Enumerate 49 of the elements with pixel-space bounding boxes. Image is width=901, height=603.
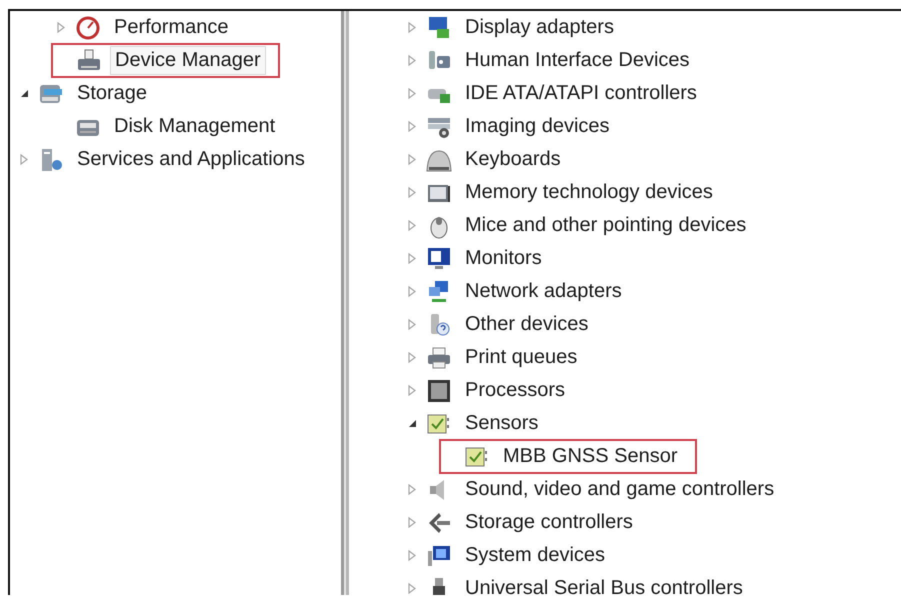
expand-arrow-icon[interactable] bbox=[408, 583, 416, 594]
expand-arrow-icon[interactable] bbox=[408, 253, 416, 264]
expand-arrow-icon[interactable] bbox=[408, 121, 416, 132]
tree-item[interactable]: Imaging devices bbox=[460, 112, 615, 141]
printer-icon bbox=[426, 344, 452, 370]
collapse-arrow-icon[interactable] bbox=[408, 419, 417, 428]
tree-item[interactable]: Universal Serial Bus controllers bbox=[460, 574, 748, 595]
tree-item[interactable]: Sensors bbox=[460, 409, 544, 438]
expand-arrow-icon[interactable] bbox=[408, 352, 416, 363]
expand-arrow-icon[interactable] bbox=[408, 220, 416, 231]
expand-arrow-icon[interactable] bbox=[408, 550, 416, 561]
expand-arrow-icon[interactable] bbox=[20, 154, 28, 165]
tree-item[interactable]: Display adapters bbox=[460, 13, 619, 42]
expand-arrow-icon[interactable] bbox=[408, 22, 416, 33]
tree-item[interactable]: IDE ATA/ATAPI controllers bbox=[460, 79, 702, 108]
tree-item[interactable]: Memory technology devices bbox=[460, 178, 718, 207]
expand-arrow-icon[interactable] bbox=[408, 319, 416, 330]
tree-item[interactable]: Disk Management bbox=[109, 112, 280, 141]
tree-item[interactable]: Performance bbox=[109, 13, 234, 42]
expand-arrow-icon[interactable] bbox=[408, 286, 416, 297]
tree-item[interactable]: Mice and other pointing devices bbox=[460, 211, 752, 240]
tree-item[interactable]: Storage bbox=[72, 79, 152, 108]
tree-item[interactable]: Processors bbox=[460, 376, 570, 405]
gauge-icon bbox=[75, 14, 101, 40]
tree-item[interactable]: Human Interface Devices bbox=[460, 46, 695, 75]
tree-item[interactable]: Network adapters bbox=[460, 277, 627, 306]
expand-arrow-icon[interactable] bbox=[408, 154, 416, 165]
collapse-arrow-icon[interactable] bbox=[20, 89, 29, 98]
expand-arrow-icon[interactable] bbox=[408, 517, 416, 528]
chip-icon bbox=[426, 378, 452, 404]
tree-item[interactable]: MBB GNSS Sensor bbox=[498, 442, 683, 471]
tree-item[interactable]: Monitors bbox=[460, 244, 547, 273]
tree-item[interactable]: Keyboards bbox=[460, 145, 566, 174]
expand-arrow-icon[interactable] bbox=[408, 88, 416, 99]
expand-arrow-icon[interactable] bbox=[408, 385, 416, 396]
pane-splitter[interactable] bbox=[341, 11, 349, 595]
monitor-icon bbox=[426, 246, 452, 272]
tree-item[interactable]: Sound, video and game controllers bbox=[460, 475, 780, 504]
tree-item[interactable]: Print queues bbox=[460, 343, 582, 372]
expand-arrow-icon[interactable] bbox=[57, 22, 65, 33]
expand-arrow-icon[interactable] bbox=[408, 484, 416, 495]
tree-item[interactable]: System devices bbox=[460, 541, 610, 570]
tree-item[interactable]: Other devices bbox=[460, 310, 594, 339]
expand-arrow-icon[interactable] bbox=[408, 55, 416, 66]
expand-arrow-icon[interactable] bbox=[408, 187, 416, 198]
tree-item[interactable]: Storage controllers bbox=[460, 508, 638, 537]
tree-item[interactable]: Services and Applications bbox=[72, 145, 310, 174]
monitor-card-icon bbox=[426, 14, 452, 40]
tree-item[interactable]: Device Manager bbox=[110, 46, 266, 75]
